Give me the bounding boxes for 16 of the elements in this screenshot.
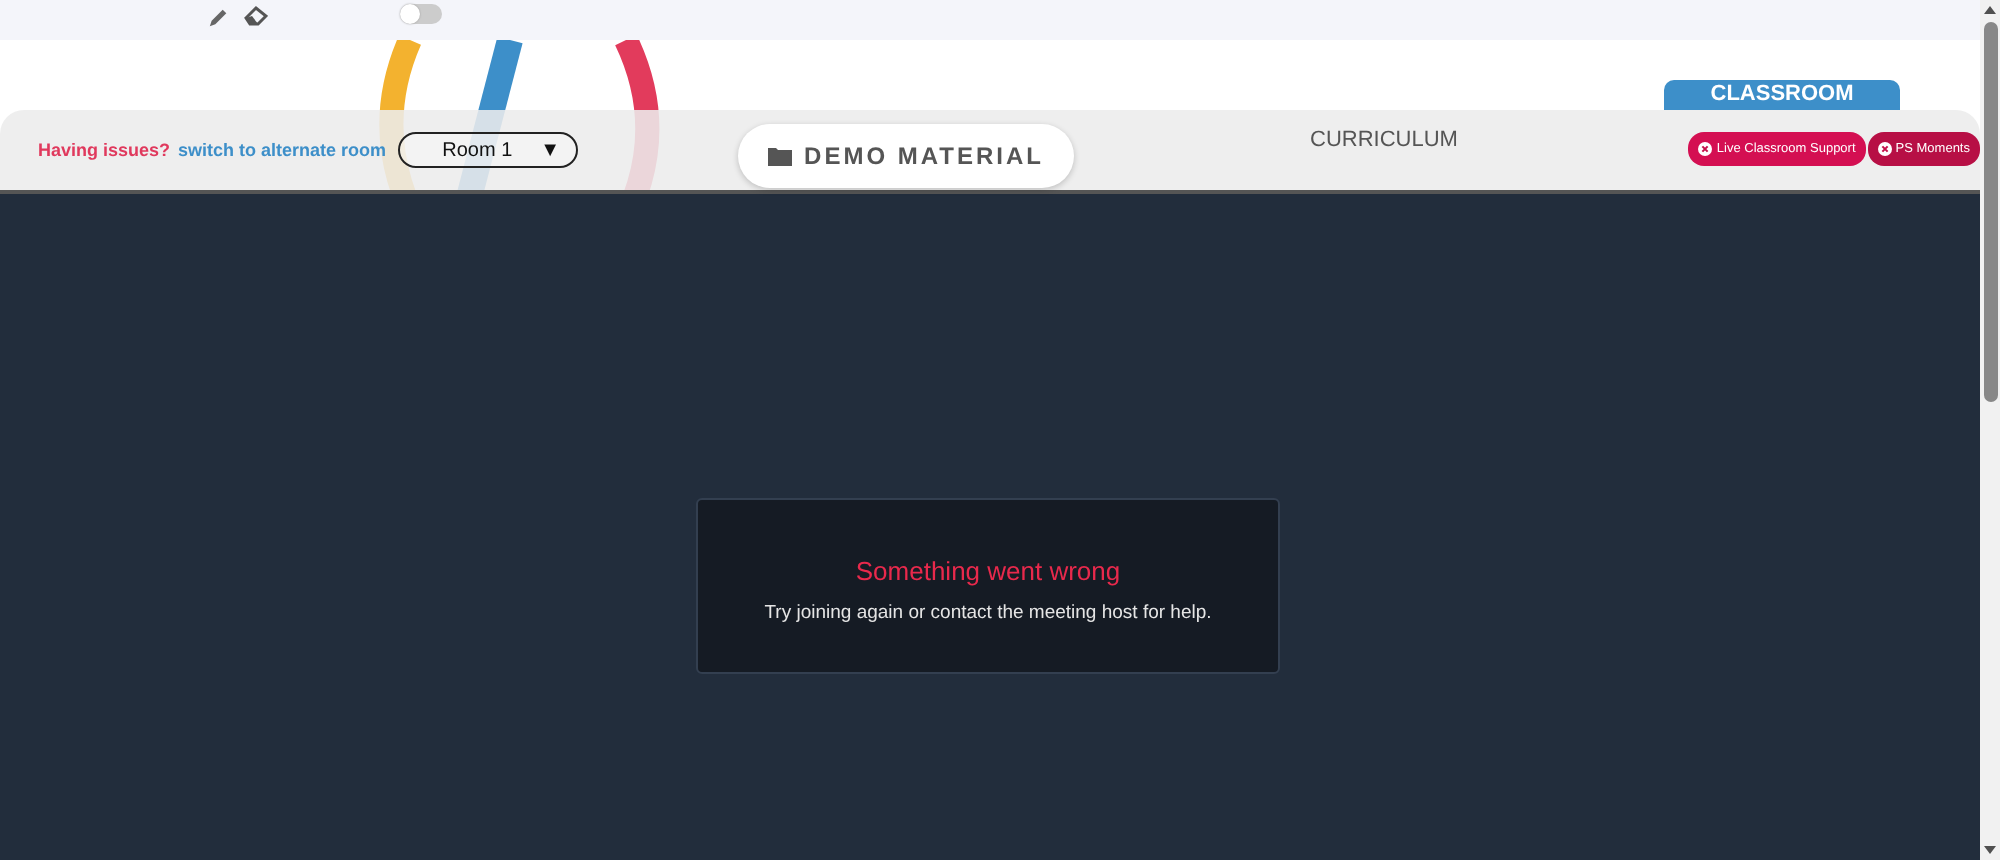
classroom-tab[interactable]: CLASSROOM	[1664, 80, 1900, 110]
curriculum-link[interactable]: CURRICULUM	[1310, 128, 1458, 152]
folder-icon	[768, 145, 793, 165]
eraser-icon[interactable]	[244, 6, 268, 26]
close-icon	[1698, 141, 1713, 155]
toggle-switch[interactable]	[400, 4, 442, 24]
close-icon	[1877, 141, 1892, 155]
error-message: Try joining again or contact the meeting host for help.	[764, 602, 1212, 624]
error-title: Something went wrong	[855, 556, 1121, 586]
pencil-icon[interactable]	[208, 6, 230, 28]
room-select[interactable]: Room 1 ▼	[398, 132, 579, 168]
scroll-down-icon[interactable]	[1984, 846, 1996, 854]
issue-text: Having issues?	[38, 140, 171, 160]
scrollbar[interactable]	[1980, 0, 2000, 860]
scroll-up-icon[interactable]	[1984, 6, 1996, 14]
demo-material-button[interactable]: DEMO MATERIAL	[738, 123, 1074, 187]
